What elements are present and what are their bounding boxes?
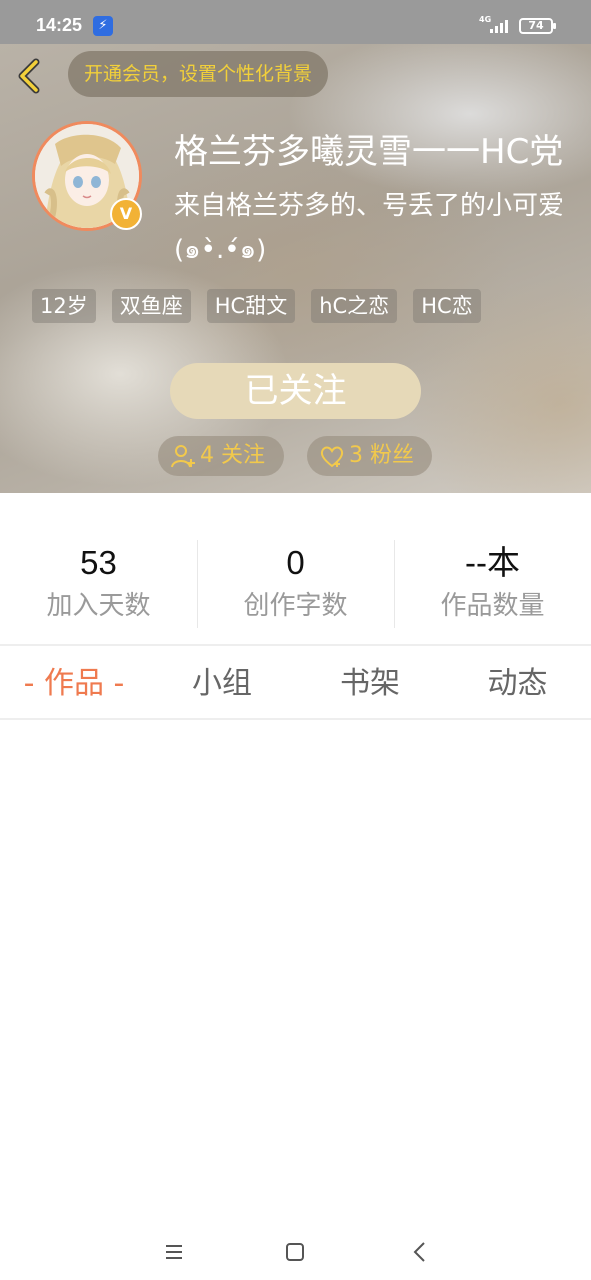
stat-label: 创作字数: [243, 591, 348, 621]
following-count: 4 关注: [200, 443, 265, 468]
chevron-left-icon: [18, 58, 40, 94]
vip-badge: V: [110, 198, 142, 230]
tab-bookshelf[interactable]: 书架: [296, 648, 444, 718]
stat-word-count: 0 创作字数: [197, 540, 394, 626]
home-button[interactable]: [275, 1232, 315, 1272]
following-count-button[interactable]: 4 关注: [158, 436, 284, 476]
bio: 来自格兰芬多的、号丢了的小可爱(๑•̀.•́๑): [174, 191, 565, 265]
vip-banner-button[interactable]: 开通会员，设置个性化背景: [68, 51, 329, 97]
stats-row: 53 加入天数 0 创作字数 --本 作品数量: [0, 540, 591, 630]
stat-works-count: --本 作品数量: [394, 540, 591, 626]
back-button[interactable]: [12, 56, 48, 96]
stat-value: 53: [80, 544, 117, 581]
square-home-icon: [286, 1243, 304, 1261]
tab-works[interactable]: - 作品 -: [0, 648, 148, 718]
status-bar: 14:25 ⚡ 4G 74: [0, 0, 591, 44]
battery-icon: 74: [519, 18, 556, 34]
user-add-icon: [171, 445, 195, 468]
tag-list: 12岁 双鱼座 HC甜文 hC之恋 HC恋: [32, 289, 481, 323]
nickname: 格兰芬多曦灵雪一一HC党: [174, 132, 564, 172]
stat-label: 加入天数: [46, 591, 151, 621]
works-list: [0, 720, 591, 1220]
heart-icon: [320, 446, 344, 468]
tab-groups[interactable]: 小组: [148, 648, 296, 718]
fans-count-button[interactable]: 3 粉丝: [307, 436, 432, 476]
signal-icon: [490, 17, 512, 33]
tab-activity[interactable]: 动态: [444, 648, 591, 718]
system-back-button[interactable]: [400, 1232, 440, 1272]
triangle-back-icon: [413, 1242, 425, 1262]
menu-icon: [166, 1245, 182, 1259]
battery-level: 74: [528, 19, 544, 32]
tag-interest: hC之恋: [311, 289, 398, 323]
tag-interest: HC甜文: [206, 289, 296, 323]
stat-label: 作品数量: [440, 591, 545, 621]
tag-interest: HC恋: [413, 289, 481, 323]
system-nav-bar: [0, 1220, 591, 1280]
followed-button[interactable]: 已关注: [170, 363, 421, 419]
profile-header: 开通会员，设置个性化背景 V 格兰芬多曦灵雪一一HC党 来自格兰芬多的、号丢了的…: [0, 44, 591, 493]
tab-bar: - 作品 - 小组 书架 动态: [0, 648, 591, 718]
menu-button[interactable]: [154, 1232, 194, 1272]
tag-zodiac: 双鱼座: [111, 289, 191, 323]
stat-value: --本: [465, 544, 520, 581]
divider: [0, 644, 591, 646]
tag-age: 12岁: [32, 289, 96, 323]
stat-value: 0: [286, 544, 305, 581]
status-time: 14:25: [36, 15, 83, 35]
fans-count: 3 粉丝: [349, 443, 414, 468]
bolt-icon: ⚡: [93, 16, 113, 36]
stat-days-joined: 53 加入天数: [0, 540, 197, 626]
